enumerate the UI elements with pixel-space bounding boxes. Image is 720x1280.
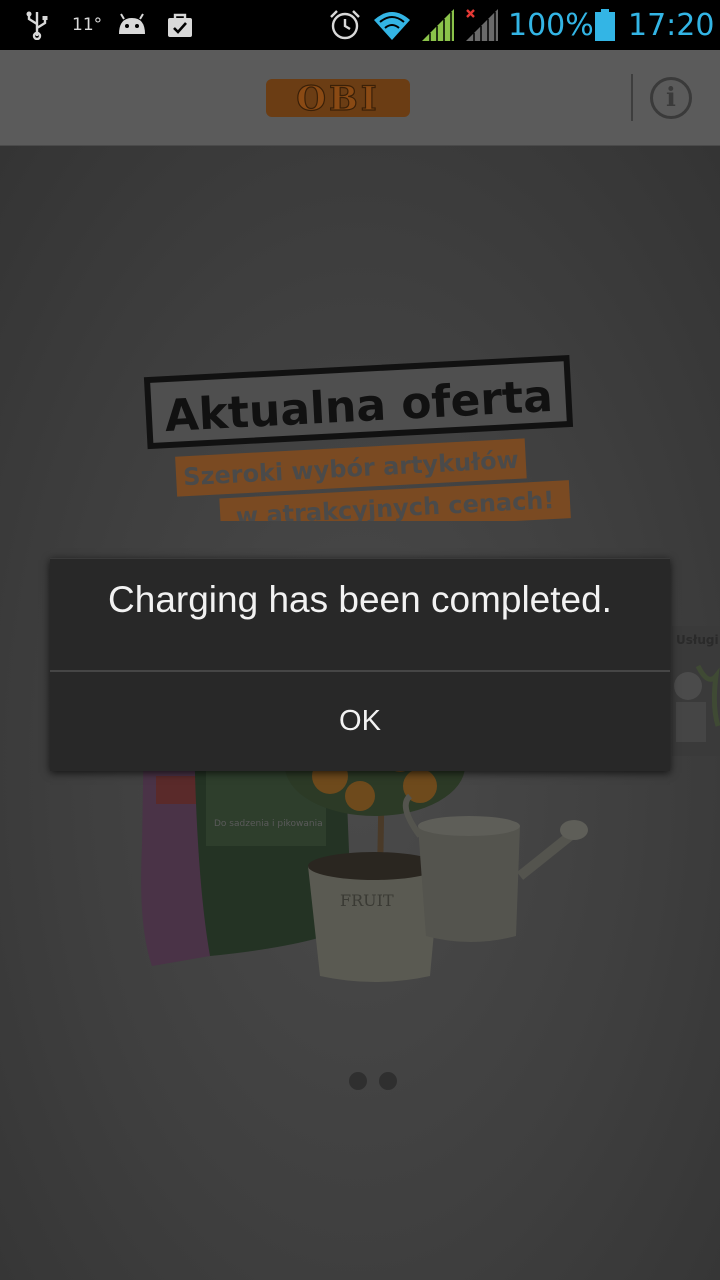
- wifi-icon: [372, 0, 412, 50]
- product-image: Do sadzenia i pikowania FRUIT: [130, 716, 600, 1036]
- temperature-indicator: 11°: [72, 15, 103, 35]
- next-slide-preview[interactable]: Usługi: [668, 626, 720, 756]
- next-slide-label: Usługi: [676, 633, 719, 647]
- signal-icon: [420, 0, 456, 50]
- clock: 17:20: [628, 7, 715, 43]
- alert-dialog: Charging has been completed. OK: [50, 558, 670, 771]
- logo-text: OBI: [296, 79, 379, 117]
- pager-dot[interactable]: [379, 1072, 397, 1090]
- android-icon: [116, 0, 148, 50]
- battery-percent: 100%: [508, 7, 594, 43]
- pager-dot[interactable]: [349, 1072, 367, 1090]
- usb-icon: [24, 0, 50, 50]
- status-bar: 11° 100% 17:20: [0, 0, 720, 50]
- info-icon: i: [666, 83, 676, 113]
- battery-icon: [594, 0, 616, 50]
- app-header: OBI i: [0, 50, 720, 146]
- ok-button[interactable]: OK: [50, 672, 670, 771]
- signal-no-data-icon: [464, 0, 500, 50]
- info-button[interactable]: i: [650, 77, 692, 119]
- bag-label: Do sadzenia i pikowania: [214, 819, 323, 829]
- pot-label: FRUIT: [340, 891, 394, 910]
- alarm-icon: [328, 0, 362, 50]
- header-divider: [631, 74, 633, 121]
- promo-banner: Aktualna oferta Szeroki wybór artykułów …: [140, 341, 580, 537]
- carousel-pager: [349, 1072, 397, 1090]
- shopping-bag-icon: [166, 0, 194, 50]
- obi-logo[interactable]: OBI: [266, 78, 410, 120]
- dialog-message: Charging has been completed.: [108, 579, 612, 620]
